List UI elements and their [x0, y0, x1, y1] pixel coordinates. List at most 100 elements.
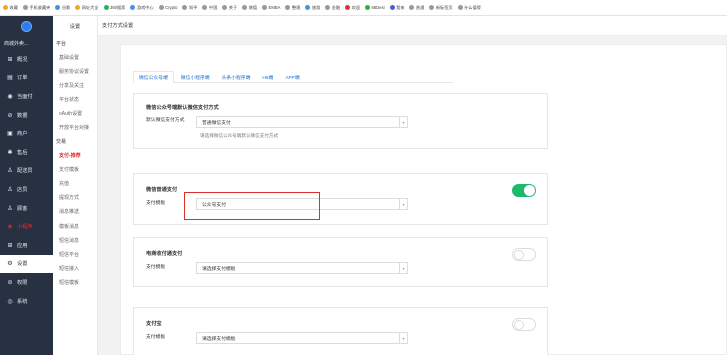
alipay-select[interactable]: 请选择支付模板 ▾ — [196, 332, 408, 344]
sidebar-item-lock[interactable]: ⊜ 权限 — [0, 273, 53, 292]
bookmark-item[interactable]: 新标签页 — [429, 5, 453, 11]
system-icon: ◎ — [7, 298, 13, 305]
primary-sidebar: 商城外卖... ⊞ 概况 ▤ 订单 ◉ 当面付 ⊘ 数据 ▣ 商户 ✱ 售后 ♙ 配送员 ♙ 店员 ♙ 顾客 ◈ 小程… — [0, 16, 53, 355]
toggle-knob — [514, 250, 524, 260]
logo[interactable] — [0, 16, 53, 36]
payment-icon: ◉ — [7, 93, 13, 100]
ecommerce-pay-toggle[interactable] — [512, 248, 536, 261]
tab-platform[interactable]: APP端 — [280, 71, 304, 83]
submenu-item[interactable]: 平台状态 — [53, 92, 97, 106]
sidebar-item-label: 设置 — [17, 261, 28, 268]
bookmark-item[interactable]: 360搜索 — [103, 5, 125, 11]
bookmark-item[interactable]: 68Desi — [364, 5, 385, 10]
default-pay-select-value: 普通微信支付 — [202, 120, 231, 126]
bookmark-item[interactable]: 普通 — [409, 5, 424, 11]
bookmark-item[interactable]: 收藏 — [3, 5, 18, 11]
courier-icon: ♙ — [7, 168, 13, 175]
submenu-item[interactable]: 短信接入 — [53, 261, 97, 275]
submenu-item[interactable]: oAuth设置 — [53, 106, 97, 120]
bookmark-item[interactable]: 什么值得 — [457, 5, 481, 11]
sidebar-item-label: 配送员 — [17, 168, 33, 175]
submenu-item[interactable]: 服务协议设置 — [53, 64, 97, 78]
sidebar-item-clerk[interactable]: ♙ 店员 — [0, 180, 53, 199]
ecommerce-pay-title: 电商收付通支付 — [146, 251, 183, 257]
alipay-toggle[interactable] — [512, 318, 536, 331]
bookmark-item[interactable]: 欢迎 — [345, 5, 360, 11]
submenu-item[interactable]: 模板消息 — [53, 219, 97, 233]
secondary-sidebar-title: 设置 — [69, 23, 81, 30]
wechat-pay-toggle[interactable] — [512, 184, 536, 197]
sidebar-item-customer[interactable]: ♙ 顾客 — [0, 199, 53, 218]
bookmark-item[interactable]: 谷歌 — [55, 5, 70, 11]
bookmark-item[interactable]: 增值 — [242, 5, 257, 11]
bookmark-item[interactable]: 网址大全 — [75, 5, 99, 11]
bookmark-item[interactable]: 关于 — [222, 5, 237, 11]
globe-icon — [409, 5, 415, 10]
bookmark-item[interactable]: 整理 — [285, 5, 300, 11]
store-name[interactable]: 商城外卖... — [0, 36, 53, 50]
submenu-item[interactable]: 短信消息 — [53, 233, 97, 247]
submenu-item[interactable]: 短信模板 — [53, 275, 97, 289]
submenu-item[interactable]: 支付模板 — [53, 163, 97, 177]
globe-icon — [345, 5, 351, 10]
sidebar-item-miniapp[interactable]: ◈ 小程序 — [0, 217, 53, 236]
bookmark-item[interactable]: 金融 — [325, 5, 340, 11]
submenu-group-title: 平台 — [56, 40, 67, 47]
bookmark-item[interactable]: 游戏中心 — [130, 4, 154, 11]
bookmark-item[interactable]: 旅游 — [305, 5, 320, 11]
submenu-item[interactable]: 消息推送 — [53, 205, 97, 219]
page-title: 支付方式设置 — [102, 23, 134, 29]
bookmark-item[interactable]: 手机收藏夹 — [22, 5, 50, 11]
tab-platform[interactable]: 头条小程序端 — [217, 71, 256, 83]
alipay-panel: 支付宝 支付模板 请选择支付模板 ▾ — [133, 307, 548, 355]
sidebar-item-aftersale[interactable]: ✱ 售后 — [0, 143, 53, 162]
submenu-item[interactable]: 开放平台对接 — [53, 120, 97, 134]
ecommerce-pay-label: 支付模板 — [146, 265, 166, 270]
bookmark-item[interactable]: 中国 — [202, 5, 217, 11]
sidebar-item-label: 当面付 — [17, 93, 33, 100]
bookmark-label: 游戏中心 — [136, 4, 154, 10]
submenu-item[interactable]: 充值 — [53, 177, 97, 191]
sidebar-item-dashboard[interactable]: ⊞ 概况 — [0, 50, 53, 69]
ecommerce-pay-panel: 电商收付通支付 支付模板 请选择支付模板 ▾ — [133, 237, 548, 287]
bookmark-item[interactable]: EMBA — [262, 5, 280, 10]
sidebar-item-payment[interactable]: ◉ 当面付 — [0, 87, 53, 106]
default-pay-select[interactable]: 普通微信支付 ▾ — [196, 116, 408, 128]
submenu-item[interactable]: 支付-推荐 — [53, 149, 97, 163]
bookmark-item[interactable]: 我来 — [389, 5, 404, 11]
sidebar-item-label: 小程序 — [17, 224, 33, 231]
sidebar-item-system[interactable]: ◎ 系统 — [0, 292, 53, 311]
sidebar-item-courier[interactable]: ♙ 配送员 — [0, 162, 53, 181]
tab-platform[interactable]: 微信公众号端 — [133, 71, 174, 83]
lock-icon: ⊜ — [7, 279, 13, 286]
sidebar-item-merchant[interactable]: ▣ 商户 — [0, 124, 53, 143]
globe-icon — [222, 5, 228, 10]
sidebar-item-label: 顾客 — [17, 205, 28, 212]
page-header: 支付方式设置 — [98, 16, 727, 36]
submenu-item[interactable]: 短信平台 — [53, 247, 97, 261]
bookmark-label: 68Desi — [371, 5, 385, 10]
tab-platform[interactable]: H5端 — [257, 71, 278, 83]
bookmark-item[interactable]: Crypto — [158, 5, 177, 10]
bookmark-item[interactable]: 知乎 — [182, 5, 197, 11]
tab-platform[interactable]: 微信小程序端 — [176, 71, 215, 83]
bookmark-label: 知乎 — [188, 4, 198, 10]
bookmark-label: EMBA — [268, 5, 281, 10]
ecommerce-pay-select-value: 请选择支付模板 — [202, 266, 236, 272]
submenu-item[interactable]: 分享及关注 — [53, 78, 97, 92]
star-icon — [3, 5, 8, 10]
sidebar-item-label: 商户 — [17, 131, 28, 138]
toggle-knob — [514, 320, 524, 330]
search-icon — [103, 5, 109, 10]
alipay-label: 支付模板 — [146, 335, 166, 340]
sidebar-item-gear[interactable]: ⚙ 设置 — [0, 254, 53, 274]
submenu-item[interactable]: 提现方式 — [53, 191, 97, 205]
submenu-item[interactable]: 基础设置 — [53, 50, 97, 64]
sidebar-item-order[interactable]: ▤ 订单 — [0, 69, 53, 88]
apps-icon: ⊞ — [7, 242, 13, 249]
ecommerce-pay-select[interactable]: 请选择支付模板 ▾ — [196, 262, 408, 274]
sidebar-item-data[interactable]: ⊘ 数据 — [0, 106, 53, 125]
platform-tabs: 微信公众号端 微信小程序端 头条小程序端 H5端 APP端 — [133, 71, 453, 83]
submenu-group-title: 交易 — [56, 139, 67, 146]
sidebar-item-apps[interactable]: ⊞ 应用 — [0, 236, 53, 255]
